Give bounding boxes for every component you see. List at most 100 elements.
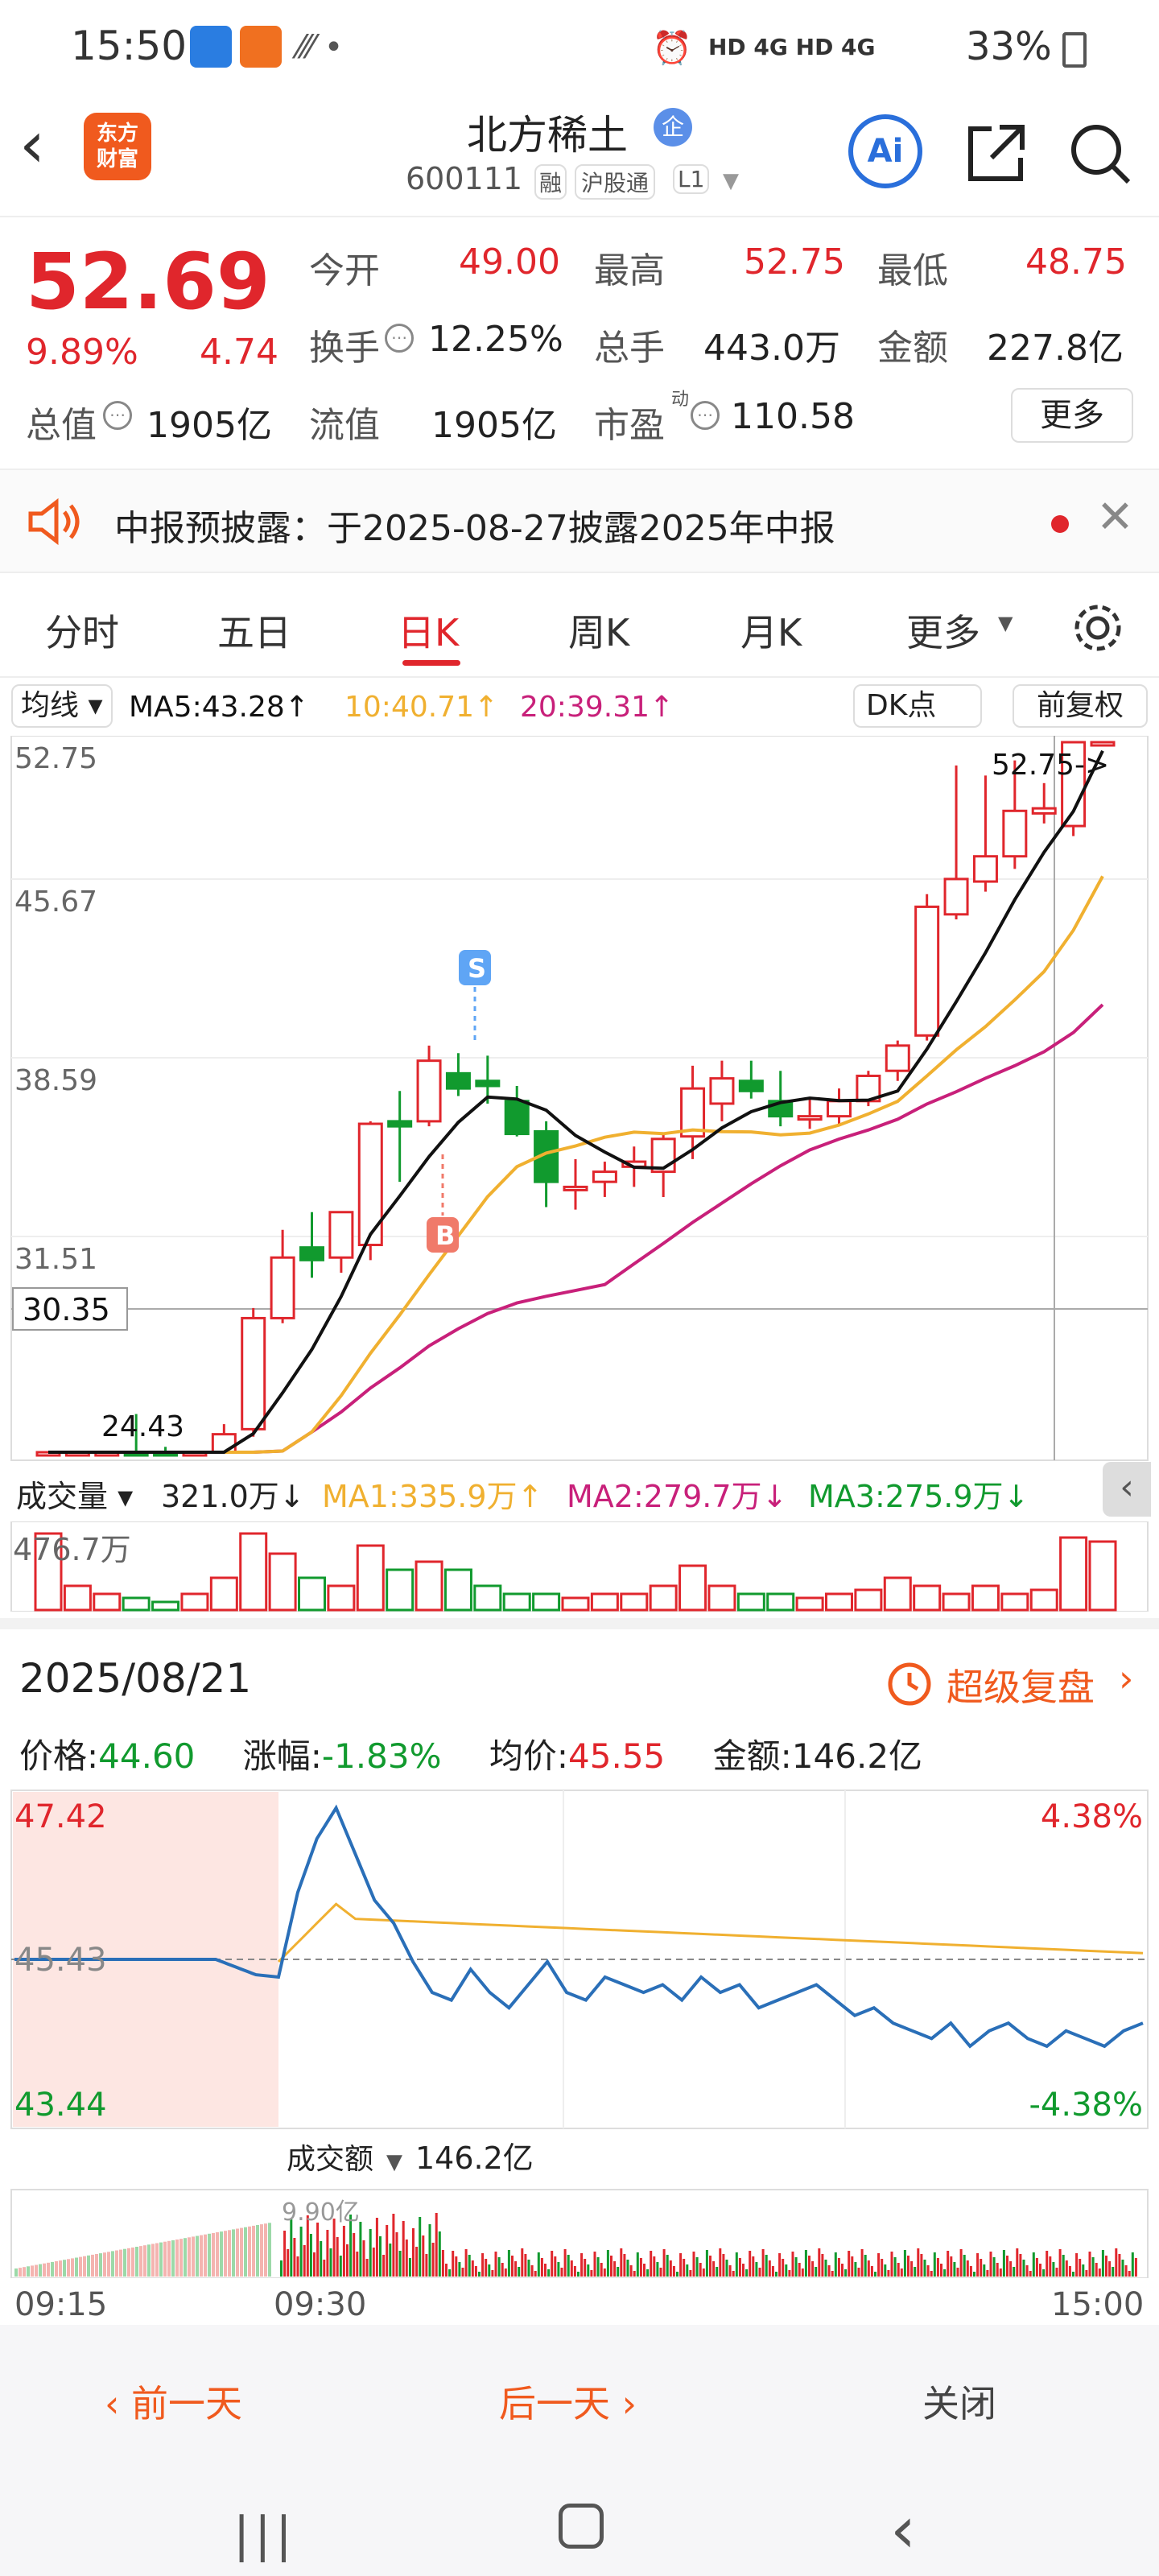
volume-indicator-select[interactable]: 成交量 ▾	[16, 1472, 133, 1516]
intraday-volume-bar	[537, 2252, 540, 2277]
panel-collapse-icon[interactable]: ‹	[1103, 1462, 1151, 1517]
settings-gear-icon[interactable]	[1070, 601, 1125, 655]
tab-daily-k[interactable]: 日K	[398, 604, 459, 657]
price-value: 44.60	[98, 1736, 196, 1776]
chevron-down-icon[interactable]: ▼	[386, 2150, 402, 2174]
ma10-value: 10:40.71↑	[344, 691, 499, 724]
next-day-button[interactable]: 后一天 ›	[499, 2375, 637, 2428]
intraday-volume-bar	[402, 2221, 405, 2277]
intraday-volume-bar	[584, 2259, 587, 2277]
auction-volume-bar	[220, 2231, 223, 2277]
home-icon[interactable]	[559, 2504, 604, 2549]
ai-button[interactable]: Ai	[848, 114, 922, 188]
tab-intraday[interactable]: 分时	[45, 604, 119, 657]
intraday-volume-bar	[504, 2268, 507, 2277]
logo-text: 东方	[96, 122, 138, 146]
indicator-label: 均线	[21, 689, 80, 722]
tag-connect: 沪股通	[575, 164, 656, 200]
intraday-volume-bar	[464, 2249, 468, 2277]
amount-value: 227.8亿	[987, 328, 1124, 369]
intraday-volume-bar	[1049, 2256, 1052, 2277]
back-nav-icon[interactable]: ‹	[890, 2492, 916, 2567]
auction-volume-bar	[14, 2268, 18, 2277]
tab-five-day[interactable]: 五日	[217, 604, 291, 657]
float-value: 1905亿	[431, 405, 557, 446]
back-icon[interactable]: ‹	[19, 113, 45, 177]
auction-volume-bar	[192, 2236, 195, 2277]
vol-ma2: MA2:279.7万↓	[567, 1479, 788, 1514]
auction-volume-bar	[83, 2256, 86, 2277]
tab-more[interactable]: 更多	[906, 604, 980, 657]
intraday-volume-bar	[1046, 2251, 1049, 2277]
y-axis-label: 52.75	[14, 742, 97, 775]
dk-point-button[interactable]: DK点	[853, 684, 982, 728]
intraday-chart[interactable]: 47.42 45.43 43.44 4.38% -4.38% 成交额 ▼ 146…	[0, 1787, 1159, 2278]
intraday-volume-bar	[1062, 2255, 1065, 2277]
intraday-volume-bar	[1128, 2271, 1131, 2277]
footer-nav: ‹ 前一天 后一天 › 关闭 ||| ‹	[0, 2325, 1159, 2576]
tab-monthly-k[interactable]: 月K	[740, 604, 802, 657]
intraday-volume-bar	[365, 2259, 369, 2277]
network-indicator: HD 4G HD 4G	[708, 34, 876, 60]
candle-body	[211, 1433, 237, 1454]
intraday-volume-bar	[768, 2260, 771, 2277]
kline-chart[interactable]: 52.75 45.67 38.59 31.51 30.35 24.43 52.7…	[0, 736, 1159, 1541]
info-icon[interactable]: ⋯	[691, 401, 720, 430]
intraday-volume-bar	[705, 2250, 708, 2277]
more-button[interactable]: 更多	[1011, 388, 1133, 443]
intraday-volume-bar	[801, 2268, 804, 2277]
auction-volume-bar	[200, 2235, 203, 2277]
ma10-text: 10:40.71	[344, 691, 474, 724]
intraday-volume-bar	[326, 2230, 329, 2277]
intraday-volume-bar	[1039, 2264, 1041, 2277]
chevron-right-icon[interactable]: ›	[1119, 1657, 1133, 1700]
intraday-volume-bar	[419, 2217, 422, 2277]
close-icon[interactable]: ✕	[1096, 491, 1134, 543]
intraday-volume-bar	[650, 2251, 653, 2277]
search-icon[interactable]	[1066, 119, 1133, 187]
info-icon[interactable]: ⋯	[385, 324, 414, 353]
intraday-volume-bar	[854, 2262, 857, 2277]
close-button[interactable]: 关闭	[922, 2375, 996, 2428]
intraday-volume-bar	[956, 2268, 959, 2277]
candle-body	[445, 1071, 471, 1090]
auction-volume-bar	[188, 2237, 191, 2277]
intraday-volume-bar	[900, 2268, 903, 2277]
intraday-volume-bar	[280, 2260, 283, 2277]
chevron-down-icon[interactable]: ▼	[998, 612, 1013, 634]
candle-body	[563, 1185, 588, 1191]
intraday-volume-bar	[986, 2270, 989, 2277]
share-icon[interactable]	[963, 119, 1030, 187]
chevron-down-icon[interactable]: ▼	[723, 169, 739, 193]
intraday-volume-bar	[920, 2254, 923, 2277]
candle-body	[914, 905, 940, 1037]
vol-ma3: MA3:275.9万↓	[808, 1479, 1029, 1514]
time-open: 09:30	[274, 2286, 367, 2323]
high-value: 52.75	[744, 242, 845, 283]
indicator-select[interactable]: 均线 ▾	[11, 684, 113, 728]
auction-volume-bar	[95, 2254, 98, 2277]
history-icon[interactable]	[882, 1657, 934, 1708]
tab-weekly-k[interactable]: 周K	[568, 604, 629, 657]
auction-volume-bar	[27, 2266, 30, 2277]
open-value: 49.00	[459, 242, 560, 283]
mktcap-label: 总值	[26, 405, 97, 446]
adjust-button[interactable]: 前复权	[1013, 684, 1148, 728]
intraday-volume-bar	[903, 2250, 906, 2277]
status-bar: 15:50 ⁄⁄⁄ • ⏰ HD 4G HD 4G 33%	[0, 0, 1159, 90]
prev-day-button[interactable]: ‹ 前一天	[105, 2375, 242, 2428]
intraday-volume-bar	[844, 2269, 848, 2277]
notice-bar[interactable]: 中报预披露：于2025-08-27披露2025年中报 ✕	[0, 469, 1159, 573]
app-icon	[190, 26, 232, 68]
recent-apps-icon[interactable]: |||	[233, 2507, 297, 2563]
app-logo[interactable]: 东方 财富	[84, 113, 151, 180]
super-replay-link[interactable]: 超级复盘	[947, 1658, 1095, 1711]
intraday-volume-bar	[950, 2256, 953, 2277]
y-axis-label: 31.51	[14, 1243, 97, 1276]
intraday-volume-bar	[749, 2251, 752, 2277]
intraday-volume-bar	[468, 2255, 471, 2277]
intraday-volume-bar	[580, 2253, 584, 2277]
intraday-volume-bar	[662, 2249, 666, 2277]
info-icon[interactable]: ⋯	[103, 401, 132, 430]
intraday-volume-bar	[617, 2267, 620, 2277]
